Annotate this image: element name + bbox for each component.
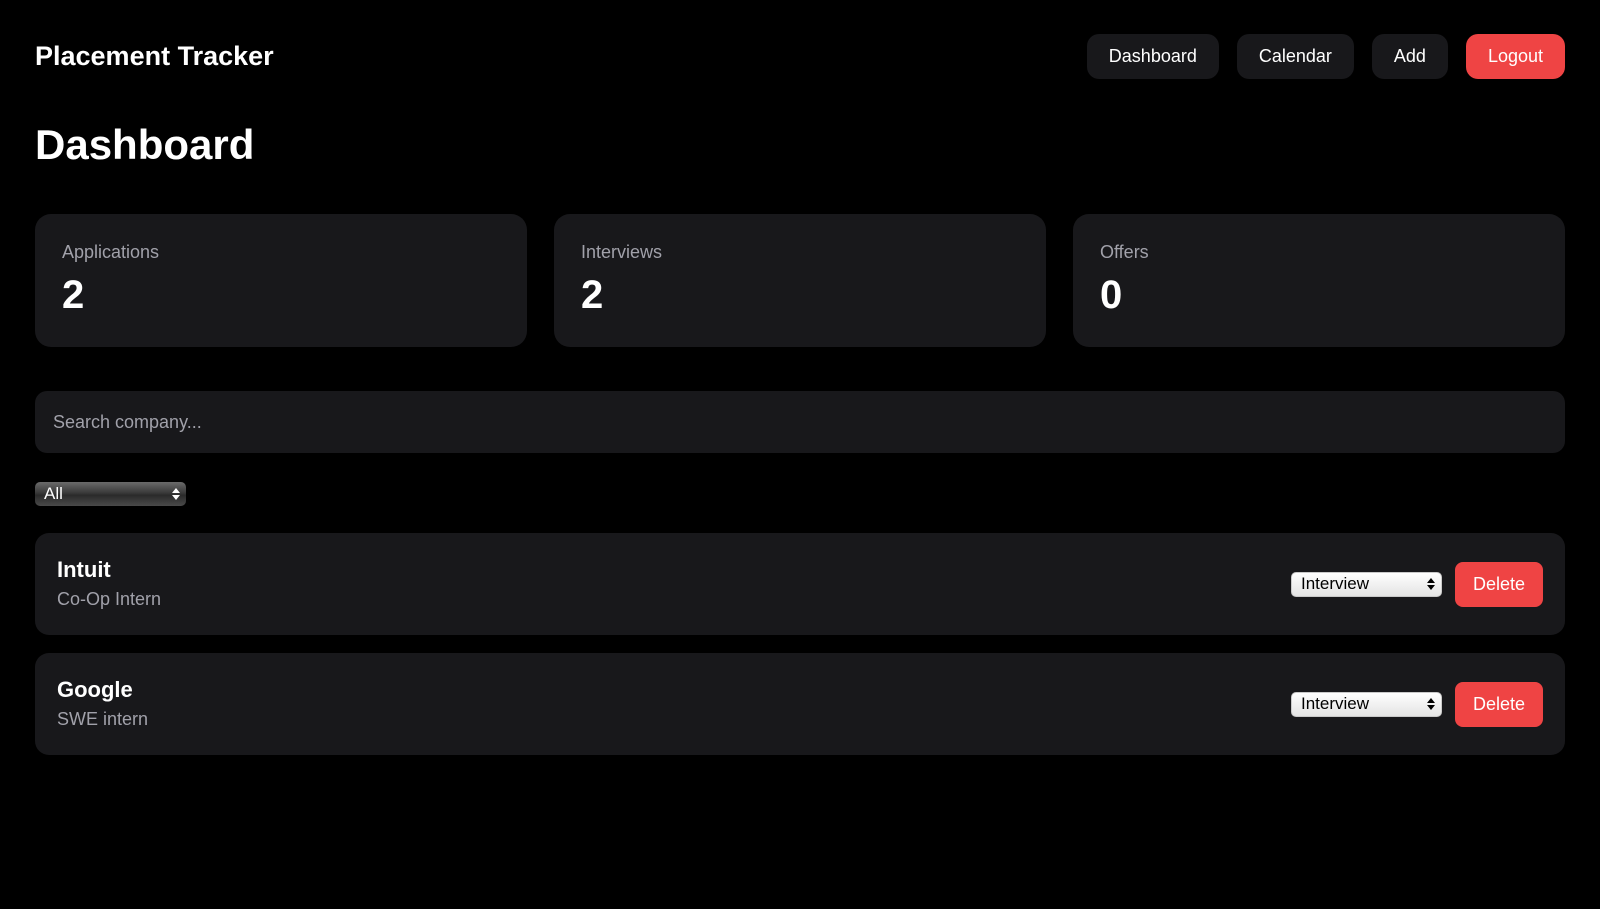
status-filter-select[interactable]: All bbox=[35, 482, 186, 506]
filter-row: All bbox=[35, 482, 1565, 506]
logout-button[interactable]: Logout bbox=[1465, 33, 1565, 79]
role-title: Co-Op Intern bbox=[57, 588, 162, 609]
delete-button[interactable]: Delete bbox=[1454, 561, 1543, 607]
list-item: Google SWE intern Interview Delete bbox=[35, 653, 1565, 755]
select-arrows-icon bbox=[1426, 578, 1435, 590]
page: Placement Tracker Dashboard Calendar Add… bbox=[0, 0, 1600, 909]
nav-calendar-button[interactable]: Calendar bbox=[1236, 33, 1354, 79]
nav-add-button[interactable]: Add bbox=[1371, 33, 1448, 79]
status-filter-value: All bbox=[44, 484, 63, 503]
stat-label: Offers bbox=[1100, 242, 1149, 262]
top-bar: Placement Tracker Dashboard Calendar Add… bbox=[35, 0, 1565, 114]
application-info: Google SWE intern bbox=[57, 677, 148, 730]
delete-button[interactable]: Delete bbox=[1454, 681, 1543, 727]
search-input[interactable] bbox=[35, 391, 1565, 453]
status-select-value: Interview bbox=[1300, 574, 1369, 593]
company-name: Google bbox=[57, 676, 133, 702]
nav-dashboard-button[interactable]: Dashboard bbox=[1086, 33, 1219, 79]
select-arrows-icon bbox=[1426, 698, 1435, 710]
status-select-value: Interview bbox=[1300, 694, 1369, 713]
application-actions: Interview Delete bbox=[1290, 681, 1543, 727]
stat-value: 0 bbox=[1100, 273, 1123, 317]
stat-label: Interviews bbox=[581, 242, 663, 262]
company-name: Intuit bbox=[57, 556, 111, 582]
select-arrows-icon bbox=[172, 488, 180, 500]
status-select[interactable]: Interview bbox=[1290, 571, 1442, 597]
brand-title: Placement Tracker bbox=[35, 40, 274, 71]
top-nav: Dashboard Calendar Add Logout bbox=[1086, 33, 1565, 79]
list-item: Intuit Co-Op Intern Interview Delete bbox=[35, 533, 1565, 635]
stats-row: Applications 2 Interviews 2 Offers 0 bbox=[35, 214, 1565, 347]
stat-card-applications: Applications 2 bbox=[35, 214, 527, 347]
stat-value: 2 bbox=[581, 273, 604, 317]
stat-card-interviews: Interviews 2 bbox=[554, 214, 1046, 347]
stat-card-offers: Offers 0 bbox=[1073, 214, 1565, 347]
status-select[interactable]: Interview bbox=[1290, 691, 1442, 717]
application-info: Intuit Co-Op Intern bbox=[57, 557, 161, 610]
stat-label: Applications bbox=[62, 242, 160, 262]
search-box bbox=[35, 391, 1565, 453]
role-title: SWE intern bbox=[57, 708, 149, 729]
application-actions: Interview Delete bbox=[1290, 561, 1543, 607]
page-title: Dashboard bbox=[35, 121, 255, 168]
applications-list: Intuit Co-Op Intern Interview Delete Goo… bbox=[35, 533, 1565, 755]
stat-value: 2 bbox=[62, 273, 85, 317]
